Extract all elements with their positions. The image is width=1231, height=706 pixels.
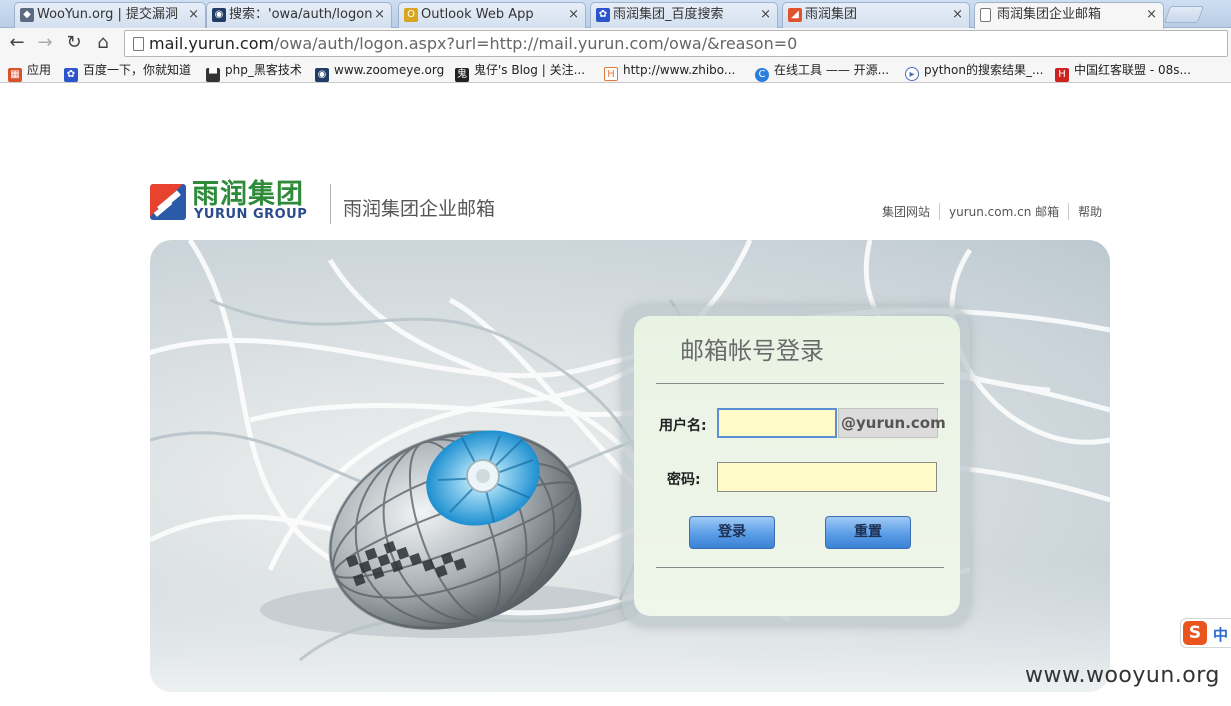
bookmark-zoomeye[interactable]: ◉ www.zoomeye.org xyxy=(315,62,444,82)
login-panel: 邮箱帐号登录 用户名: @yurun.com 密码: 登录 重置 xyxy=(622,306,970,626)
play-icon: ▸ xyxy=(905,67,919,81)
tab-wooyun[interactable]: ◆ WooYun.org | 提交漏洞 × xyxy=(14,2,206,28)
page-icon xyxy=(980,8,991,22)
close-icon[interactable]: × xyxy=(568,3,579,27)
tab-zoomeye-search[interactable]: ◉ 搜索：'owa/auth/logon × xyxy=(206,2,392,28)
redhacker-icon: H xyxy=(1055,68,1069,82)
tab-strip: ◆ WooYun.org | 提交漏洞 × ◉ 搜索：'owa/auth/log… xyxy=(0,0,1231,29)
bookmark-label: http://www.zhibo... xyxy=(623,63,736,77)
page-icon xyxy=(133,37,144,51)
close-icon[interactable]: × xyxy=(374,3,385,27)
home-icon[interactable]: ⌂ xyxy=(92,32,114,54)
header-links: 集团网站 yurun.com.cn 邮箱 帮助 xyxy=(882,203,1111,220)
tab-title: 搜索：'owa/auth/logon xyxy=(229,7,373,22)
close-icon[interactable]: × xyxy=(1146,3,1157,27)
logo-text-cn: 雨润集团 xyxy=(192,179,304,210)
tab-title: 雨润集团 xyxy=(805,7,858,22)
watermark: www.wooyun.org xyxy=(1025,663,1220,688)
yurun-icon: ◢ xyxy=(788,8,802,22)
zoomeye-icon: ◉ xyxy=(315,68,329,82)
bookmark-label: 在线工具 —— 开源... xyxy=(774,63,890,77)
tab-yurun[interactable]: ◢ 雨润集团 × xyxy=(782,2,970,28)
password-label: 密码: xyxy=(667,472,701,488)
hat-icon: ▀ xyxy=(206,68,220,82)
close-icon[interactable]: × xyxy=(760,3,771,27)
zoomeye-icon: ◉ xyxy=(212,8,226,22)
back-icon[interactable]: ← xyxy=(6,32,28,54)
bookmark-online-tools[interactable]: C 在线工具 —— 开源... xyxy=(755,62,889,82)
reload-icon[interactable]: ↻ xyxy=(63,32,85,54)
divider xyxy=(656,383,944,384)
tool-icon: C xyxy=(755,68,769,82)
bookmark-zhibo[interactable]: Hhttp://www.zhibo... xyxy=(604,62,735,81)
baidu-icon: ✿ xyxy=(596,8,610,22)
tab-title: WooYun.org | 提交漏洞 xyxy=(37,7,179,22)
url-host: mail.yurun.com xyxy=(149,34,275,53)
bookmark-php[interactable]: ▀ php_黑客技术 xyxy=(206,62,302,82)
url-path: /owa/auth/logon.aspx?url=http://mail.yur… xyxy=(274,34,798,53)
bookmark-label: php_黑客技术 xyxy=(225,63,302,77)
login-button[interactable]: 登录 xyxy=(689,516,775,549)
username-label: 用户名: xyxy=(659,418,707,434)
bookmark-label: 应用 xyxy=(27,63,52,77)
login-title: 邮箱帐号登录 xyxy=(680,337,824,365)
new-tab-button[interactable] xyxy=(1163,6,1205,23)
password-input[interactable] xyxy=(717,462,937,492)
h-icon: H xyxy=(604,67,618,81)
baidu-icon: ✿ xyxy=(64,68,78,82)
bookmark-apps[interactable]: ▦ 应用 xyxy=(8,62,51,82)
logo-text-en: YURUN GROUP xyxy=(194,207,308,222)
group-site-link[interactable]: 集团网站 xyxy=(882,203,939,220)
sogou-ime-icon: S xyxy=(1183,621,1207,645)
yurun-cn-mail-link[interactable]: yurun.com.cn 邮箱 xyxy=(939,203,1068,220)
bookmark-label: python的搜索结果_... xyxy=(924,63,1044,77)
apps-icon: ▦ xyxy=(8,68,22,82)
bookmark-red-hacker[interactable]: H 中国红客联盟 - 08s... xyxy=(1055,62,1191,82)
wooyun-icon: ◆ xyxy=(20,8,34,22)
bookmark-python[interactable]: ▸ python的搜索结果_... xyxy=(905,62,1043,81)
bookmark-label: 中国红客联盟 - 08s... xyxy=(1074,63,1191,77)
address-bar[interactable]: mail.yurun.com/owa/auth/logon.aspx?url=h… xyxy=(124,30,1228,57)
url-text: mail.yurun.com/owa/auth/logon.aspx?url=h… xyxy=(149,34,797,53)
yurun-logo-icon xyxy=(150,184,186,220)
bookmark-label: www.zoomeye.org xyxy=(334,63,445,77)
forward-icon[interactable]: → xyxy=(34,32,56,54)
outlook-icon: O xyxy=(404,8,418,22)
username-input[interactable] xyxy=(717,408,837,438)
help-link[interactable]: 帮助 xyxy=(1068,203,1111,220)
tab-yurun-mail[interactable]: 雨润集团企业邮箱 × xyxy=(974,2,1164,29)
close-icon[interactable]: × xyxy=(188,3,199,27)
tab-title: 雨润集团_百度搜索 xyxy=(613,7,724,22)
bookmark-label: 百度一下，你就知道 xyxy=(83,63,192,77)
bookmarks-bar: ▦ 应用 ✿ 百度一下，你就知道 ▀ php_黑客技术 ◉ www.zoomeye.or… xyxy=(0,58,1231,83)
tab-title: 雨润集团企业邮箱 xyxy=(997,7,1102,22)
tab-baidu-search[interactable]: ✿ 雨润集团_百度搜索 × xyxy=(590,2,778,28)
domain-suffix: @yurun.com xyxy=(838,408,946,438)
browser-toolbar: ← → ↻ ⌂ mail.yurun.com/owa/auth/logon.as… xyxy=(0,28,1231,58)
bookmark-ghost-blog[interactable]: 鬼鬼仔's Blog | 关注... xyxy=(455,62,585,82)
divider xyxy=(656,567,944,568)
ime-toolbar[interactable]: S 中 xyxy=(1180,618,1231,648)
reset-button[interactable]: 重置 xyxy=(825,516,911,549)
login-panel-body: 邮箱帐号登录 用户名: @yurun.com 密码: 登录 重置 xyxy=(634,316,960,616)
bookmark-baidu[interactable]: ✿ 百度一下，你就知道 xyxy=(64,62,191,82)
close-icon[interactable]: × xyxy=(952,3,963,27)
ghost-icon: 鬼 xyxy=(455,68,469,82)
ime-mode: 中 xyxy=(1213,626,1229,644)
logo-divider xyxy=(330,184,331,224)
site-title: 雨润集团企业邮箱 xyxy=(343,198,496,220)
tab-outlook[interactable]: O Outlook Web App × xyxy=(398,2,586,28)
bookmark-label: 鬼仔's Blog | 关注... xyxy=(474,63,586,77)
tab-title: Outlook Web App xyxy=(421,7,534,22)
